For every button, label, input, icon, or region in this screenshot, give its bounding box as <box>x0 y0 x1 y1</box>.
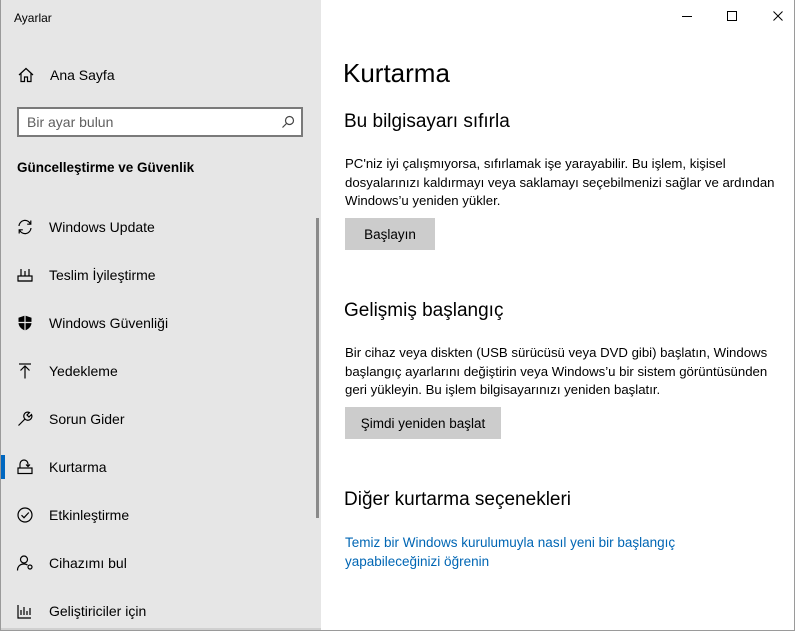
minimize-icon <box>681 9 693 27</box>
close-icon <box>772 9 784 27</box>
restart-now-button[interactable]: Şimdi yeniden başlat <box>345 407 501 439</box>
app-title: Ayarlar <box>14 11 52 25</box>
advanced-startup-description: Bir cihaz veya diskten (USB sürücüsü vey… <box>345 345 768 398</box>
upload-arrow-icon <box>16 362 34 380</box>
sidebar-item-label: Kurtarma <box>49 459 107 475</box>
delivery-icon <box>16 266 34 284</box>
sidebar-home-label: Ana Sayfa <box>50 67 115 83</box>
checkmark-circle-icon <box>16 506 34 524</box>
main-content: Kurtarma Bu bilgisayarı sıfırla PC'niz i… <box>321 0 794 630</box>
more-recovery-heading: Diğer kurtarma seçenekleri <box>344 489 572 510</box>
clean-install-link[interactable]: Temiz bir Windows kurulumuyla nasıl yeni… <box>345 534 725 571</box>
sidebar-item-label: Etkinleştirme <box>49 507 130 523</box>
search-box[interactable] <box>17 107 303 137</box>
sidebar-item-label: Windows Update <box>49 219 155 235</box>
sidebar-item-label: Geliştiriciler için <box>49 603 147 619</box>
sidebar-item-delivery-optimization[interactable]: Teslim İyileştirme <box>1 251 317 299</box>
recovery-icon <box>16 458 34 476</box>
refresh-icon <box>16 218 34 236</box>
minimize-button[interactable] <box>669 6 705 30</box>
developer-icon <box>16 602 34 620</box>
advanced-startup-heading: Gelişmiş başlangıç <box>344 300 504 321</box>
settings-window: Ayarlar Ana Sayfa Güncelleştirme ve Güve… <box>0 0 795 631</box>
section-heading: Güncelleştirme ve Güvenlik <box>17 160 195 175</box>
sidebar-item-find-my-device[interactable]: Cihazımı bul <box>1 539 317 587</box>
reset-start-button[interactable]: Başlayın <box>345 218 435 250</box>
sidebar-item-activation[interactable]: Etkinleştirme <box>1 491 317 539</box>
sidebar-nav: Windows Update Teslim İyileştirme Window… <box>1 203 321 630</box>
search-icon[interactable] <box>281 115 295 129</box>
sidebar-item-label: Sorun Gider <box>49 411 125 427</box>
search-input[interactable] <box>27 114 267 130</box>
reset-description: PC'niz iyi çalışmıyorsa, sıfırlamak işe … <box>345 156 775 209</box>
sidebar-item-windows-security[interactable]: Windows Güvenliği <box>1 299 317 347</box>
shield-icon <box>16 314 34 332</box>
sidebar-item-label: Teslim İyileştirme <box>49 267 156 283</box>
page-title: Kurtarma <box>343 58 450 88</box>
reset-heading: Bu bilgisayarı sıfırla <box>344 111 510 132</box>
sidebar-scrollbar[interactable] <box>316 218 319 518</box>
sidebar-item-label: Windows Güvenliği <box>49 315 169 331</box>
sidebar-item-backup[interactable]: Yedekleme <box>1 347 317 395</box>
close-button[interactable] <box>760 6 794 30</box>
maximize-icon <box>726 9 738 27</box>
sidebar-item-label: Cihazımı bul <box>49 555 127 571</box>
sidebar-item-label: Yedekleme <box>49 363 118 379</box>
home-icon <box>17 66 35 84</box>
wrench-icon <box>16 410 34 428</box>
person-location-icon <box>16 554 34 572</box>
sidebar-item-windows-update[interactable]: Windows Update <box>1 203 317 251</box>
sidebar-bottom-edge <box>1 628 321 630</box>
sidebar-item-for-developers[interactable]: Geliştiriciler için <box>1 587 317 630</box>
sidebar-item-troubleshoot[interactable]: Sorun Gider <box>1 395 317 443</box>
sidebar-item-recovery[interactable]: Kurtarma <box>1 443 317 491</box>
maximize-button[interactable] <box>714 6 750 30</box>
sidebar: Ayarlar Ana Sayfa Güncelleştirme ve Güve… <box>1 0 321 630</box>
sidebar-home[interactable]: Ana Sayfa <box>1 58 321 92</box>
